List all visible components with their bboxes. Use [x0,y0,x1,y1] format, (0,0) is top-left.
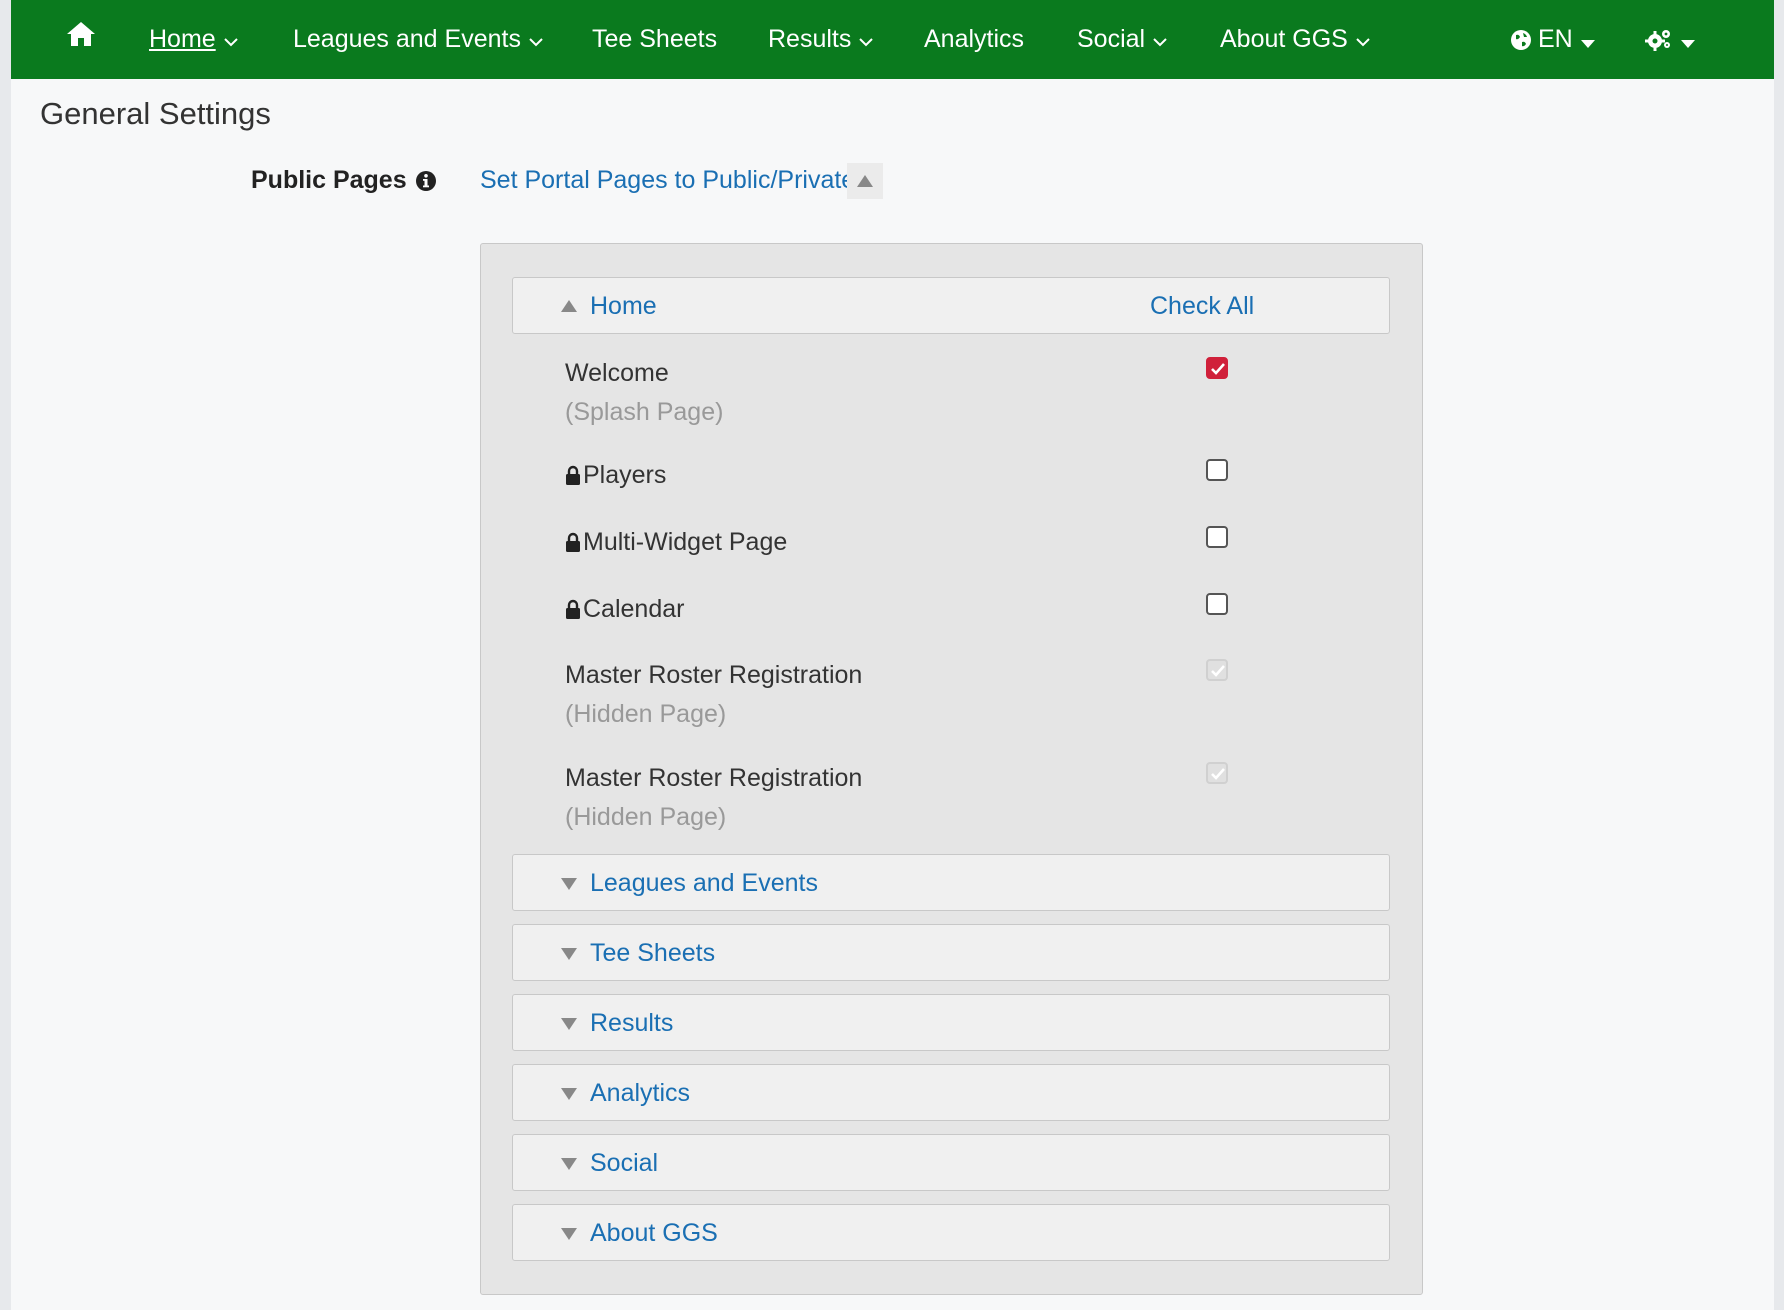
page-name: Players [565,461,1345,490]
triangle-down-icon [561,1158,577,1170]
gears-icon [1645,28,1673,52]
section-about-ggs-header[interactable]: About GGS [512,1204,1390,1261]
list-item: Calendar [565,593,1345,624]
chevron-down-icon [1356,25,1370,54]
nav-social-label: Social [1077,25,1146,53]
page-name-text: Multi-Widget Page [583,528,788,556]
triangle-up-icon [561,300,577,312]
page-name-text: Master Roster Registration [565,764,863,792]
lock-icon [566,599,580,619]
chevron-down-icon [859,25,874,54]
chevron-down-icon [223,25,238,54]
page-name: Master Roster Registration [565,764,1345,793]
section-results-header[interactable]: Results [512,994,1390,1051]
globe-icon [1510,29,1532,51]
nav-home-label: Home [149,25,216,53]
caret-down-icon [1681,39,1695,48]
page-name: Multi-Widget Page [565,528,1345,557]
section-home-header[interactable]: Home Check All [512,277,1390,334]
page-name-text: Calendar [583,595,685,623]
triangle-down-icon [561,1088,577,1100]
list-item: Players [565,459,1345,490]
nav-tee-sheets[interactable]: Tee Sheets [592,0,717,79]
page-name-text: Players [583,461,667,489]
section-title: Results [590,1009,674,1037]
page-name: Master Roster Registration [565,661,1345,690]
chevron-down-icon [1153,25,1167,54]
section-home-title: Home [590,292,657,320]
page-title: General Settings [40,96,271,131]
nav-about-label: About GGS [1220,25,1348,53]
nav-leagues-and-events[interactable]: Leagues and Events [293,0,543,79]
triangle-down-icon [561,1228,577,1240]
list-item: Master Roster Registration (Hidden Page) [565,762,1345,832]
portal-pages-link[interactable]: Set Portal Pages to Public/Private [480,166,855,195]
top-navbar: Home Leagues and Events Tee Sheets Resul… [11,0,1774,79]
nav-results-label: Results [768,25,852,53]
check-all-link[interactable]: Check All [1150,292,1254,321]
lock-icon [566,532,580,552]
section-analytics-header[interactable]: Analytics [512,1064,1390,1121]
checkmark-icon [1211,768,1225,780]
nav-home[interactable]: Home [149,0,238,79]
section-tee-sheets-header[interactable]: Tee Sheets [512,924,1390,981]
public-pages-panel: Home Check All Welcome (Splash Page) Pla… [480,243,1423,1295]
nav-leagues-label: Leagues and Events [293,25,521,53]
section-social-header[interactable]: Social [512,1134,1390,1191]
public-checkbox[interactable] [1206,593,1228,615]
public-pages-text: Public Pages [251,166,407,194]
language-dropdown[interactable]: EN [1510,0,1595,79]
nav-about-ggs[interactable]: About GGS [1220,0,1370,79]
caret-down-icon [1580,39,1595,48]
list-item: Master Roster Registration (Hidden Page) [565,659,1345,729]
home-icon[interactable] [65,20,97,48]
nav-tee-sheets-label: Tee Sheets [592,25,718,53]
page-name: Calendar [565,595,1345,624]
portal-collapse-toggle[interactable] [847,163,883,199]
page-name-text: Welcome [565,359,669,387]
public-pages-label: Public Pages [251,166,437,195]
list-item: Welcome (Splash Page) [565,357,1345,427]
public-checkbox-disabled [1206,659,1228,681]
nav-analytics[interactable]: Analytics [924,0,1024,79]
section-title: Analytics [590,1079,691,1107]
triangle-up-icon [857,175,873,187]
triangle-down-icon [561,1018,577,1030]
page: Home Leagues and Events Tee Sheets Resul… [11,0,1774,1310]
page-name: Welcome [565,359,1345,388]
nav-results[interactable]: Results [768,0,874,79]
public-checkbox[interactable] [1206,459,1228,481]
lock-icon [566,465,580,485]
section-title: Leagues and Events [590,869,818,897]
public-checkbox[interactable] [1206,357,1228,379]
list-item: Multi-Widget Page [565,526,1345,557]
section-title: Social [590,1149,659,1177]
language-label: EN [1538,25,1573,53]
triangle-down-icon [561,948,577,960]
page-subtitle: (Hidden Page) [565,803,727,831]
page-subtitle: (Splash Page) [565,398,724,426]
page-name-text: Master Roster Registration [565,661,863,689]
settings-dropdown[interactable] [1645,0,1695,79]
section-title: Tee Sheets [590,939,716,967]
public-checkbox[interactable] [1206,526,1228,548]
public-checkbox-disabled [1206,762,1228,784]
nav-social[interactable]: Social [1077,0,1167,79]
section-title: About GGS [590,1219,718,1247]
section-leagues-header[interactable]: Leagues and Events [512,854,1390,911]
page-subtitle: (Hidden Page) [565,700,727,728]
info-icon[interactable] [415,170,437,192]
chevron-down-icon [529,25,543,54]
nav-analytics-label: Analytics [924,25,1025,53]
checkmark-icon [1211,665,1225,677]
checkmark-icon [1211,363,1225,375]
triangle-down-icon [561,878,577,890]
